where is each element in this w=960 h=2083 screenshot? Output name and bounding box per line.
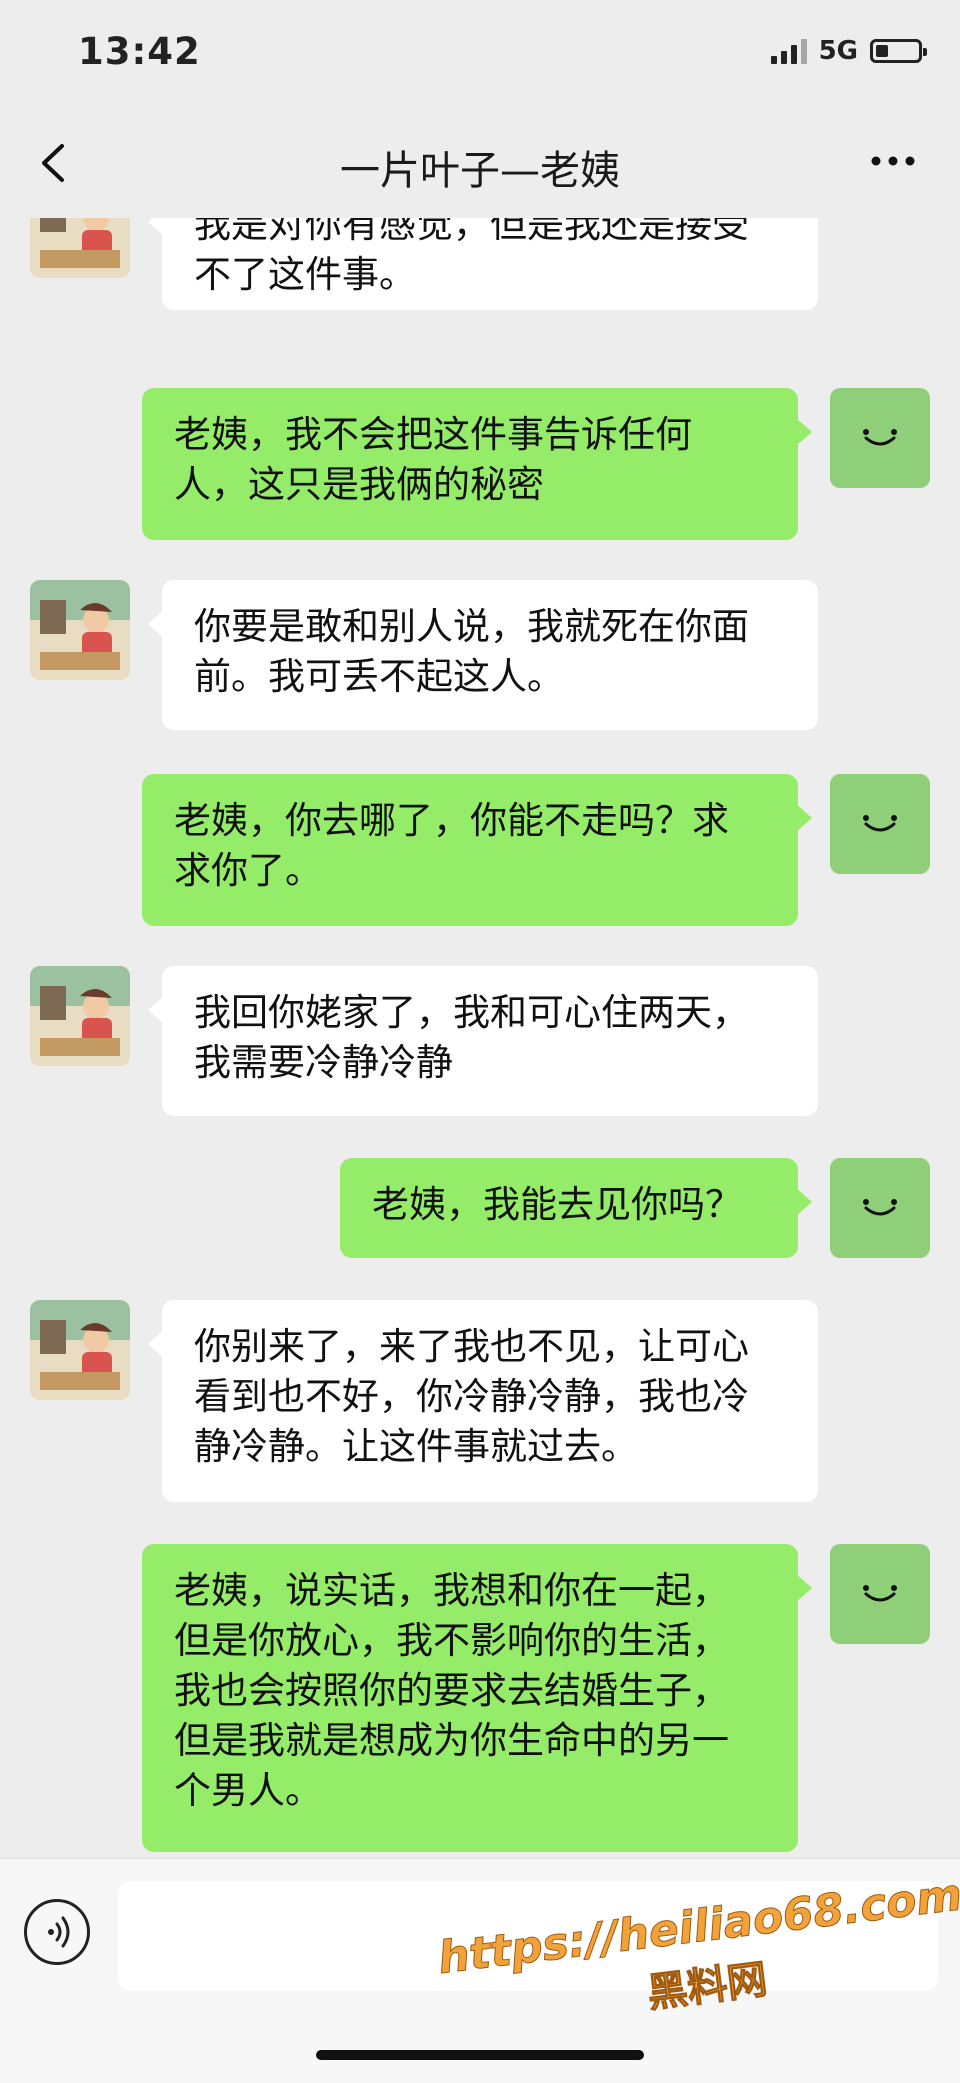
home-indicator[interactable] <box>316 2050 644 2060</box>
message-bubble-received[interactable]: 你要是敢和别人说，我就死在你面 前。我可丢不起这人。 <box>148 580 818 730</box>
voice-input-button[interactable] <box>24 1899 90 1965</box>
contact-avatar[interactable] <box>30 218 130 278</box>
message-bubble-sent[interactable]: 老姨，你去哪了，你能不走吗？求 求你了。 <box>142 774 812 926</box>
smiley-icon <box>863 815 897 832</box>
smiley-icon <box>863 429 897 446</box>
nav-bar: 一片叶子—老姨 <box>0 110 960 218</box>
contact-avatar[interactable] <box>30 1300 130 1400</box>
signal-icon <box>770 38 807 64</box>
message-bubble-sent[interactable]: 老姨，说实话，我想和你在一起， 但是你放心，我不影响你的生活， 我也会按照你的要… <box>142 1544 812 1852</box>
message-bubble-received[interactable]: 我回你姥家了，我和可心住两天， 我需要冷静冷静 <box>148 966 818 1116</box>
more-options-icon[interactable] <box>868 138 918 184</box>
status-icons: 5G <box>770 36 927 66</box>
avatar-illustration <box>30 1300 130 1400</box>
user-avatar[interactable] <box>830 1158 930 1258</box>
smiley-icon <box>863 1585 897 1602</box>
avatar-illustration <box>30 966 130 1066</box>
message-bubble-received[interactable]: 我是对你有感觉，但是我还是接受 不了这件事。 <box>148 218 818 310</box>
network-type: 5G <box>818 36 858 66</box>
user-avatar[interactable] <box>830 774 930 874</box>
message-bubble-received[interactable]: 你别来了，来了我也不见，让可心 看到也不好，你冷静冷静，我也冷 静冷静。让这件事… <box>148 1300 818 1502</box>
chat-message-list[interactable]: 我是对你有感觉，但是我还是接受 不了这件事。 老姨，我不会把这件事告诉任何 人，… <box>0 218 960 1858</box>
avatar-illustration <box>30 580 130 680</box>
smiley-icon <box>863 1199 897 1216</box>
message-bubble-sent[interactable]: 老姨，我能去见你吗？ <box>340 1158 812 1258</box>
status-time: 13:42 <box>78 30 201 73</box>
avatar-illustration <box>30 218 130 278</box>
user-avatar[interactable] <box>830 1544 930 1644</box>
voice-icon <box>48 1916 70 1948</box>
contact-avatar[interactable] <box>30 580 130 680</box>
battery-icon <box>870 39 927 63</box>
contact-avatar[interactable] <box>30 966 130 1066</box>
status-bar: 13:42 5G <box>0 0 960 110</box>
chat-title: 一片叶子—老姨 <box>340 148 620 194</box>
user-avatar[interactable] <box>830 388 930 488</box>
message-bubble-sent[interactable]: 老姨，我不会把这件事告诉任何 人，这只是我俩的秘密 <box>142 388 812 540</box>
